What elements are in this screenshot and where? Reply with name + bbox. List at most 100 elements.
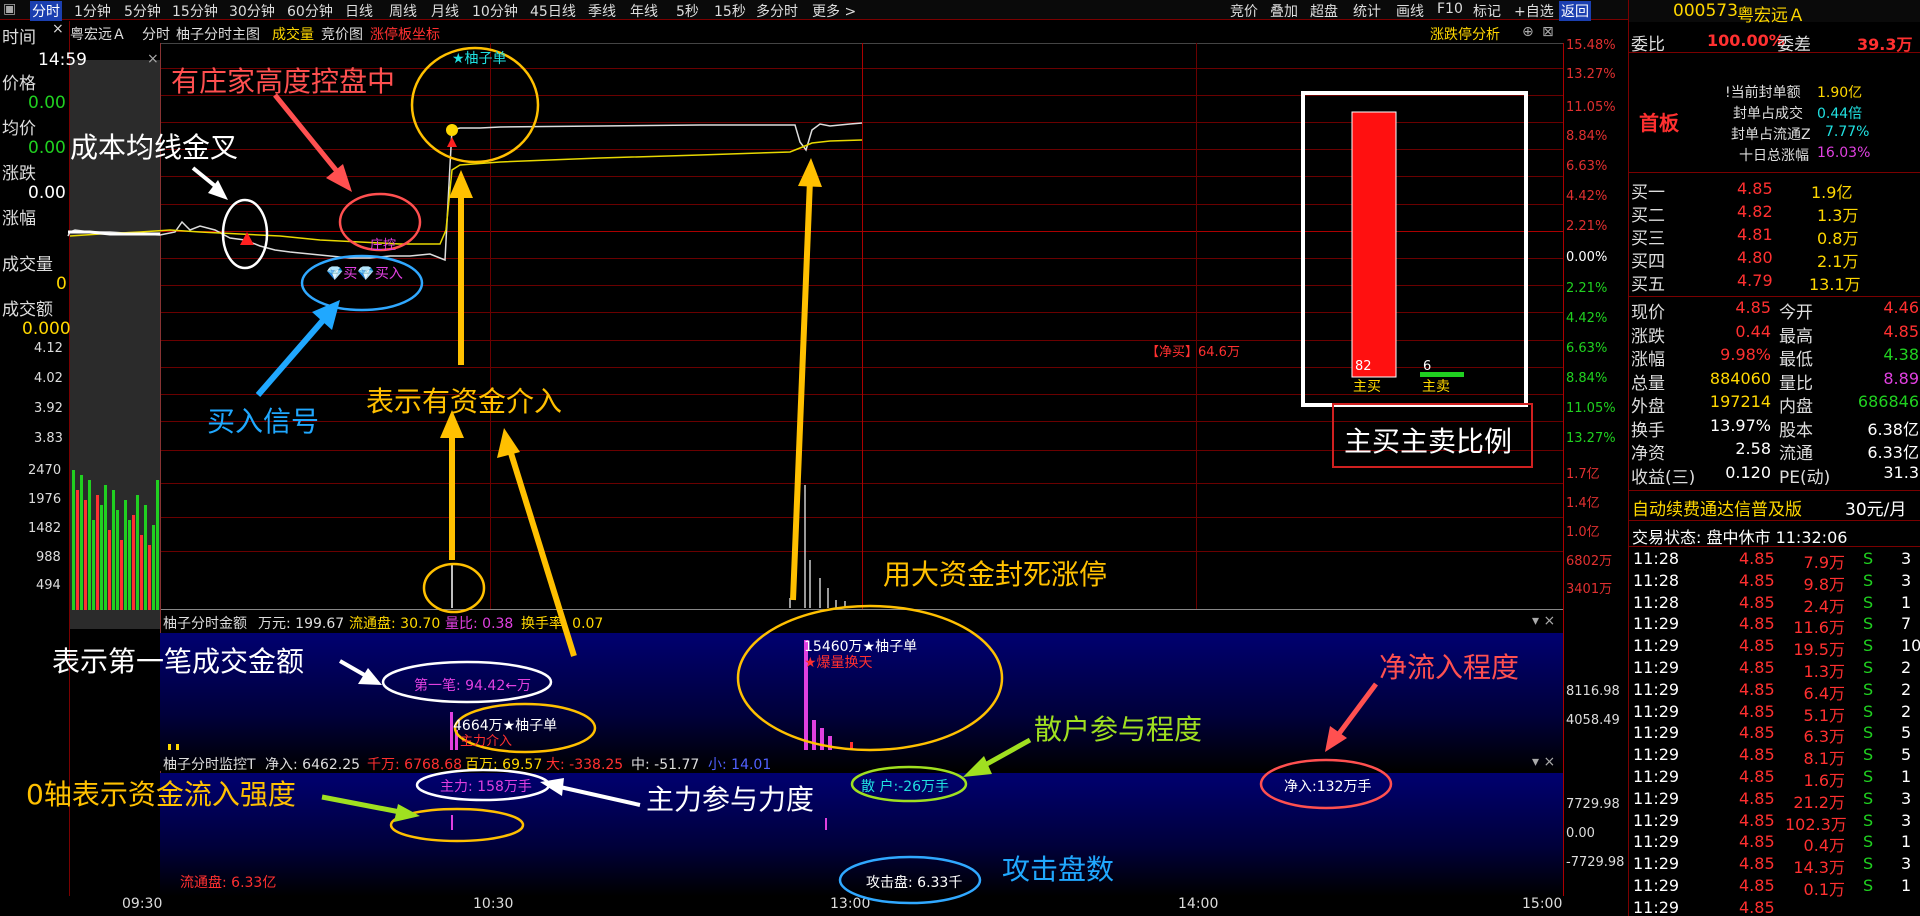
trade-n: 3 bbox=[1901, 549, 1912, 568]
bid-label: 买三 bbox=[1631, 229, 1665, 249]
bid-price: 4.80 bbox=[1737, 248, 1773, 267]
bid-vol: 2.1万 bbox=[1817, 252, 1859, 271]
first-trade-label: 第一笔: 94.42←万 bbox=[414, 678, 531, 694]
quote-value: 13.97% bbox=[1709, 415, 1771, 435]
wb-value: 100.00% bbox=[1707, 31, 1785, 50]
control-inline-label: 庄控 bbox=[370, 238, 397, 253]
quote-label: 总量 bbox=[1631, 373, 1665, 394]
main-sell-label: 主卖 bbox=[1422, 379, 1450, 395]
trade-t: 11:29 bbox=[1633, 876, 1680, 895]
quote-label: 涨跌 bbox=[1631, 326, 1665, 347]
annotation-ratio: 主买主卖比例 bbox=[1344, 425, 1513, 458]
quote-label: 涨幅 bbox=[1631, 350, 1665, 370]
trade-p: 4.85 bbox=[1739, 832, 1775, 852]
trade-s: S bbox=[1863, 592, 1874, 612]
quote-value: 4.38 bbox=[1883, 345, 1919, 364]
trade-row: 11:29 4.85 6.4万 S 2 bbox=[1629, 679, 1920, 703]
trade-row: 11:29 4.85 11.6万 S 7 bbox=[1629, 613, 1920, 637]
trade-n: 2 bbox=[1901, 701, 1912, 721]
quote-label: 股本 bbox=[1779, 420, 1813, 441]
quote-value: 4.46 bbox=[1883, 298, 1919, 317]
trade-row: 11:28 4.85 2.4万 S 1 bbox=[1629, 592, 1920, 616]
trade-t: 11:28 bbox=[1633, 549, 1680, 568]
trade-p: 4.85 bbox=[1739, 897, 1775, 916]
quote-label: 收益(三) bbox=[1631, 467, 1696, 488]
quote-label: 现价 bbox=[1631, 303, 1665, 323]
attack-label: 攻击盘: 6.33千 bbox=[866, 875, 963, 891]
trade-p: 4.85 bbox=[1739, 854, 1775, 874]
trade-s: S bbox=[1863, 767, 1874, 786]
trade-list[interactable]: 11:28 4.85 7.9万 S 3 11:28 4.85 9.8万 S 3 11:28 4.85 2… bbox=[1629, 548, 1920, 916]
trade-n: 3 bbox=[1901, 788, 1912, 808]
trade-t: 11:28 bbox=[1633, 592, 1680, 612]
trade-s: S bbox=[1863, 854, 1874, 874]
trade-t: 11:29 bbox=[1633, 767, 1680, 786]
annotation-seal: 用大资金封死涨停 bbox=[883, 558, 1108, 591]
seal-label: 封单占成交 bbox=[1733, 106, 1803, 122]
annotation-buy: 买入信号 bbox=[207, 405, 320, 438]
trade-n: 3 bbox=[1901, 570, 1912, 590]
main-buy-label: 主买 bbox=[1353, 379, 1381, 395]
trade-row: 11:29 4.85 14.3万 S 3 bbox=[1629, 853, 1920, 877]
trade-p: 4.85 bbox=[1739, 549, 1775, 568]
annotation-first: 表示第一笔成交金额 bbox=[52, 645, 305, 678]
trade-row: 11:29 4.85 bbox=[1629, 897, 1920, 916]
annotation-fund: 表示有资金介入 bbox=[366, 385, 563, 418]
quote-label: 净资 bbox=[1631, 444, 1665, 464]
trade-row: 11:29 4.85 5.1万 S 2 bbox=[1629, 701, 1920, 725]
promo-price[interactable]: 30元/月 bbox=[1845, 495, 1906, 520]
trade-row: 11:29 4.85 0.1万 S 1 bbox=[1629, 875, 1920, 899]
seal-value: 0.44倍 bbox=[1817, 106, 1863, 122]
bid-vol: 0.8万 bbox=[1817, 229, 1859, 248]
promo-text[interactable]: 自动续费通达信普及版 bbox=[1632, 495, 1802, 520]
bid-vol: 1.9亿 bbox=[1811, 183, 1853, 202]
seal-label: 封单占流通Z bbox=[1731, 127, 1811, 143]
trade-p: 4.85 bbox=[1739, 614, 1775, 634]
quote-value: 6.38亿 bbox=[1867, 419, 1919, 439]
trade-t: 11:29 bbox=[1633, 701, 1680, 721]
trade-n: 3 bbox=[1901, 810, 1912, 830]
star-single-label: ★柚子单 bbox=[452, 51, 507, 67]
quote-label: 今开 bbox=[1779, 303, 1813, 323]
trade-n: 5 bbox=[1901, 745, 1912, 765]
main-sell-val: 6 bbox=[1423, 359, 1432, 374]
annotation-main-force: 主力参与力度 bbox=[646, 783, 815, 816]
trade-row: 11:28 4.85 9.8万 S 3 bbox=[1629, 570, 1920, 594]
buy-inline-label: 💎买💎买入 bbox=[326, 266, 403, 282]
trade-n: 3 bbox=[1901, 854, 1912, 874]
quote-value: 0.120 bbox=[1725, 462, 1771, 482]
trade-t: 11:29 bbox=[1633, 832, 1680, 852]
seal-value: 7.77% bbox=[1825, 124, 1870, 140]
seal-value: 1.90亿 bbox=[1817, 85, 1863, 101]
trade-n: 10 bbox=[1901, 636, 1920, 656]
big1b-label: 主力介入 bbox=[460, 734, 513, 749]
trade-s: S bbox=[1863, 614, 1874, 634]
trade-t: 11:29 bbox=[1633, 723, 1680, 743]
quote-label: 换手 bbox=[1631, 420, 1665, 441]
trade-t: 11:29 bbox=[1633, 897, 1680, 916]
trade-p: 4.85 bbox=[1739, 745, 1775, 765]
quote-value: 6.33亿 bbox=[1867, 443, 1919, 462]
quote-label: 最低 bbox=[1779, 350, 1813, 370]
trade-row: 11:29 4.85 1.3万 S 2 bbox=[1629, 657, 1920, 681]
bid-label: 买五 bbox=[1631, 275, 1665, 295]
trade-s: S bbox=[1863, 876, 1874, 895]
trade-t: 11:28 bbox=[1633, 570, 1680, 590]
quote-label: 流通 bbox=[1779, 444, 1813, 464]
bid-price: 4.82 bbox=[1737, 202, 1773, 221]
trade-p: 4.85 bbox=[1739, 723, 1775, 743]
bid-vol: 13.1万 bbox=[1809, 275, 1861, 294]
trade-row: 11:29 4.85 19.5万 S 10 bbox=[1629, 635, 1920, 659]
trade-row: 11:29 4.85 1.6万 S 1 bbox=[1629, 766, 1920, 790]
trade-p: 4.85 bbox=[1739, 810, 1775, 830]
main-buy-bar bbox=[1351, 111, 1397, 378]
trade-p: 4.85 bbox=[1739, 570, 1775, 590]
vol-ellipse bbox=[422, 562, 486, 614]
quote-value: 4.85 bbox=[1735, 298, 1771, 317]
quote-value: 2.58 bbox=[1735, 439, 1771, 458]
trade-t: 11:29 bbox=[1633, 810, 1680, 830]
buy-sell-ratio-box bbox=[1301, 91, 1528, 407]
trade-row: 11:29 4.85 8.1万 S 5 bbox=[1629, 744, 1920, 768]
quote-table: 现价 4.85 今开 4.46 涨跌 0.44 最高 4.85 涨幅 9.98% 最低 4.38 总量 8… bbox=[1629, 298, 1920, 488]
bid-price: 4.79 bbox=[1737, 271, 1773, 290]
